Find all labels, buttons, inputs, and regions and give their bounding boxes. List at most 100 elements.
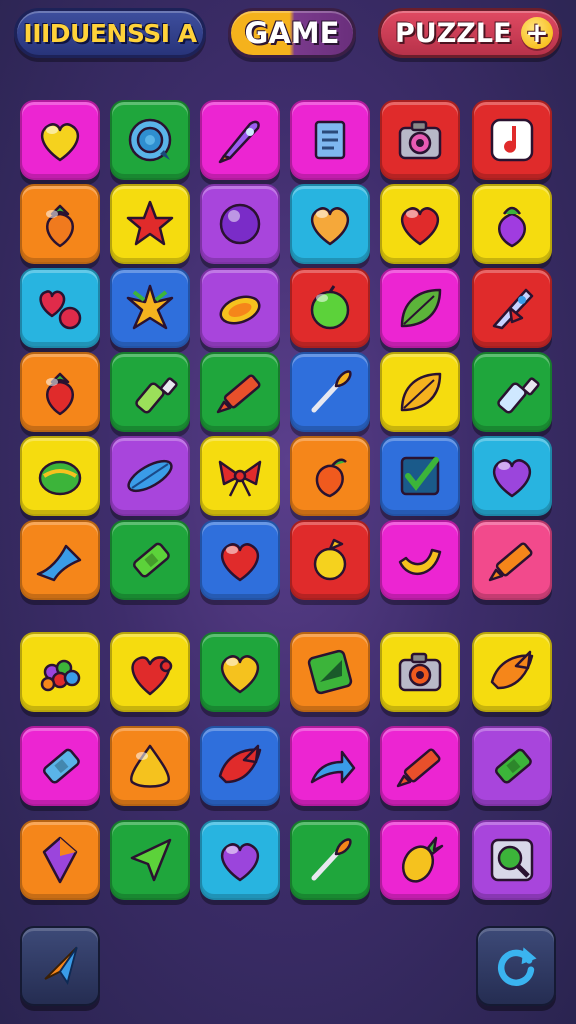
board-tile-r2-c6[interactable] bbox=[472, 184, 552, 264]
game-title: IIIDUENSSI A bbox=[23, 18, 197, 48]
restart-button[interactable] bbox=[476, 926, 556, 1006]
tray-tile-r2-c3[interactable] bbox=[200, 726, 280, 806]
bow-icon bbox=[210, 446, 270, 506]
spaceship-icon bbox=[482, 278, 542, 338]
board-tile-r1-c3[interactable] bbox=[200, 100, 280, 180]
board-tile-r1-c2[interactable] bbox=[110, 100, 190, 180]
rocket-icon bbox=[210, 110, 270, 170]
wave-icon bbox=[30, 530, 90, 590]
orb-icon bbox=[210, 194, 270, 254]
tray-tile-r1-c1[interactable] bbox=[20, 632, 100, 712]
board-tile-r4-c1[interactable] bbox=[20, 352, 100, 432]
bottle-icon bbox=[120, 362, 180, 422]
banana-icon bbox=[390, 530, 450, 590]
board-tile-r5-c1[interactable] bbox=[20, 436, 100, 516]
music-note-icon bbox=[482, 110, 542, 170]
add-puzzle-button[interactable]: + bbox=[521, 17, 553, 49]
puzzle-mode-button[interactable]: PUZZLE + bbox=[378, 8, 562, 58]
board-tile-r3-c5[interactable] bbox=[380, 268, 460, 348]
bird-icon bbox=[210, 736, 270, 796]
tray-tile-r2-c1[interactable] bbox=[20, 726, 100, 806]
board-tile-r4-c2[interactable] bbox=[110, 352, 190, 432]
board-tile-r4-c6[interactable] bbox=[472, 352, 552, 432]
arrow-cursor-icon bbox=[120, 830, 180, 890]
board-tile-r4-c4[interactable] bbox=[290, 352, 370, 432]
paintbrush-icon bbox=[300, 362, 360, 422]
tray-tile-r2-c6[interactable] bbox=[472, 726, 552, 806]
board-tile-r2-c2[interactable] bbox=[110, 184, 190, 264]
plus-icon: + bbox=[525, 16, 549, 49]
heart-icon bbox=[300, 194, 360, 254]
board-tile-r1-c1[interactable] bbox=[20, 100, 100, 180]
tray-tile-r3-c2[interactable] bbox=[110, 820, 190, 900]
tray-tile-r1-c2[interactable] bbox=[110, 632, 190, 712]
board-tile-r6-c4[interactable] bbox=[290, 520, 370, 600]
tray-tile-r1-c3[interactable] bbox=[200, 632, 280, 712]
battery-icon bbox=[30, 736, 90, 796]
tray-tile-r1-c6[interactable] bbox=[472, 632, 552, 712]
checkbox-icon bbox=[390, 446, 450, 506]
tray-tile-r2-c5[interactable] bbox=[380, 726, 460, 806]
game-mode-label: GAME bbox=[244, 16, 340, 50]
tray-tile-r3-c3[interactable] bbox=[200, 820, 280, 900]
heart-icon bbox=[390, 194, 450, 254]
star-burst-icon bbox=[120, 194, 180, 254]
board-tile-r1-c5[interactable] bbox=[380, 100, 460, 180]
board-tile-r6-c5[interactable] bbox=[380, 520, 460, 600]
curved-arrow-icon bbox=[300, 736, 360, 796]
battery-icon bbox=[482, 736, 542, 796]
board-tile-r6-c2[interactable] bbox=[110, 520, 190, 600]
game-mode-button[interactable]: GAME bbox=[228, 8, 356, 58]
leaf-icon bbox=[390, 362, 450, 422]
board-tile-r5-c4[interactable] bbox=[290, 436, 370, 516]
strawberry-icon bbox=[30, 194, 90, 254]
tray-tile-r3-c6[interactable] bbox=[472, 820, 552, 900]
lemon-icon bbox=[210, 278, 270, 338]
tray-tile-r1-c5[interactable] bbox=[380, 632, 460, 712]
board-tile-r2-c3[interactable] bbox=[200, 184, 280, 264]
game-title-badge: IIIDUENSSI A bbox=[14, 8, 206, 58]
tray-tile-r3-c5[interactable] bbox=[380, 820, 460, 900]
board-tile-r5-c5[interactable] bbox=[380, 436, 460, 516]
triangle-icon bbox=[120, 736, 180, 796]
compass-arrow-icon bbox=[44, 946, 78, 986]
tray-tile-r2-c4[interactable] bbox=[290, 726, 370, 806]
board-tile-r2-c1[interactable] bbox=[20, 184, 100, 264]
leaf-star-icon bbox=[120, 278, 180, 338]
board-tile-r6-c1[interactable] bbox=[20, 520, 100, 600]
refresh-icon bbox=[497, 947, 537, 987]
board-tile-r3-c1[interactable] bbox=[20, 268, 100, 348]
board-tile-r5-c3[interactable] bbox=[200, 436, 280, 516]
crayon-icon bbox=[210, 362, 270, 422]
board-tile-r1-c6[interactable] bbox=[472, 100, 552, 180]
hearts-icon bbox=[30, 278, 90, 338]
tray-tile-r3-c1[interactable] bbox=[20, 820, 100, 900]
heart-icon bbox=[210, 530, 270, 590]
tray-tile-r2-c2[interactable] bbox=[110, 726, 190, 806]
board-tile-r3-c6[interactable] bbox=[472, 268, 552, 348]
board-tile-r3-c2[interactable] bbox=[110, 268, 190, 348]
puzzle-mode-label: PUZZLE bbox=[395, 17, 512, 49]
feather-icon bbox=[120, 446, 180, 506]
lime-icon bbox=[300, 278, 360, 338]
board-tile-r5-c6[interactable] bbox=[472, 436, 552, 516]
leaf-icon bbox=[390, 278, 450, 338]
board-tile-r4-c3[interactable] bbox=[200, 352, 280, 432]
bottle-icon bbox=[482, 362, 542, 422]
bird-icon bbox=[482, 642, 542, 702]
peach-icon bbox=[300, 446, 360, 506]
hint-button[interactable] bbox=[20, 926, 100, 1006]
tray-tile-r1-c4[interactable] bbox=[290, 632, 370, 712]
tray-tile-r3-c4[interactable] bbox=[290, 820, 370, 900]
board-tile-r3-c4[interactable] bbox=[290, 268, 370, 348]
board-tile-r3-c3[interactable] bbox=[200, 268, 280, 348]
grapes-icon bbox=[30, 642, 90, 702]
document-icon bbox=[300, 110, 360, 170]
board-tile-r6-c6[interactable] bbox=[472, 520, 552, 600]
board-tile-r2-c5[interactable] bbox=[380, 184, 460, 264]
board-tile-r6-c3[interactable] bbox=[200, 520, 280, 600]
board-tile-r4-c5[interactable] bbox=[380, 352, 460, 432]
board-tile-r5-c2[interactable] bbox=[110, 436, 190, 516]
board-tile-r2-c4[interactable] bbox=[290, 184, 370, 264]
board-tile-r1-c4[interactable] bbox=[290, 100, 370, 180]
